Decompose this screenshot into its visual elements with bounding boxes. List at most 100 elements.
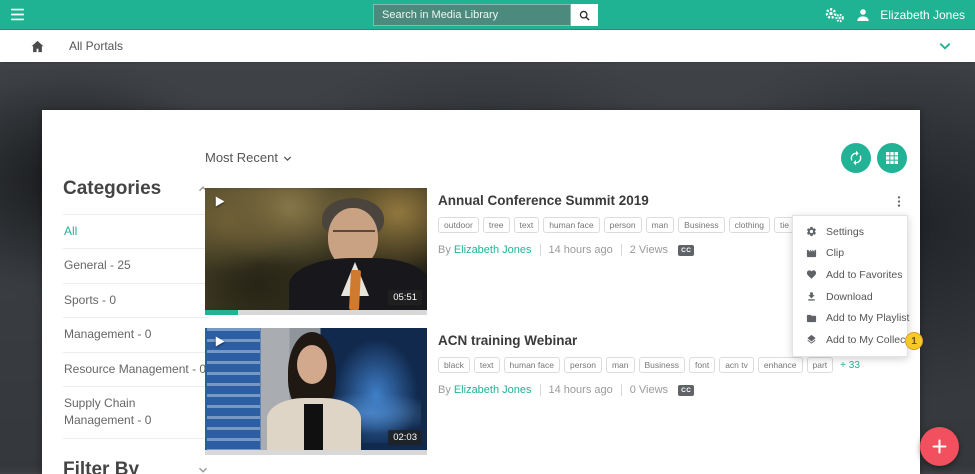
sidebar-item-management-0[interactable]: Management - 0 [63, 318, 209, 352]
thumbnail-art [349, 270, 361, 310]
view-count: 0 Views [630, 384, 668, 396]
tag[interactable]: text [474, 357, 500, 373]
tag[interactable]: black [438, 357, 470, 373]
video-thumbnail-image: 02:03 [205, 328, 427, 450]
sidebar-item-supply-chain-management-0[interactable]: Supply Chain Management - 0 [63, 387, 209, 439]
menu-item-label: Add to Favorites [826, 269, 902, 281]
grid-icon [884, 150, 900, 166]
tag[interactable]: man [606, 357, 635, 373]
menu-item-label: Settings [826, 226, 864, 238]
tag[interactable]: Business [639, 357, 686, 373]
view-count: 2 Views [630, 244, 668, 256]
breadcrumb[interactable]: All Portals [69, 39, 123, 53]
search-icon [578, 9, 591, 22]
sort-dropdown[interactable]: Most Recent [205, 150, 293, 165]
content-card: Categories AllGeneral - 25Sports - 0Mana… [42, 110, 920, 474]
category-list: AllGeneral - 25Sports - 0Management - 0R… [63, 214, 209, 439]
menu-item-add-to-favorites[interactable]: Add to Favorites [793, 264, 907, 286]
user-name[interactable]: Elizabeth Jones [880, 8, 965, 22]
closed-captions-badge: CC [678, 385, 694, 396]
categories-sidebar: Categories AllGeneral - 25Sports - 0Mana… [63, 110, 209, 474]
search-button[interactable] [571, 4, 598, 26]
progress-bar [205, 450, 427, 455]
user-avatar-icon[interactable] [855, 7, 871, 23]
duration-badge: 05:51 [388, 290, 422, 305]
tag[interactable]: enhance [758, 357, 803, 373]
chevron-down-icon[interactable] [937, 38, 953, 54]
tag[interactable]: human face [504, 357, 560, 373]
tag[interactable]: human face [543, 217, 599, 233]
kebab-menu-icon[interactable] [892, 193, 906, 210]
breadcrumb-bar: All Portals [0, 30, 975, 62]
search-box [373, 4, 598, 26]
add-media-fab[interactable] [920, 427, 959, 466]
tag[interactable]: man [646, 217, 675, 233]
play-icon [212, 334, 227, 349]
tag[interactable]: clothing [729, 217, 770, 233]
context-menu: Settings Clip Add to Favorites Download Add … [792, 215, 908, 357]
sidebar-item-all[interactable]: All [63, 215, 209, 249]
media-library-page: Elizabeth Jones All Portals Categories A… [0, 0, 975, 474]
hamburger-menu-icon[interactable] [9, 6, 26, 23]
progress-fill [205, 310, 238, 315]
gear-icon [806, 226, 817, 237]
timestamp: 14 hours ago [549, 384, 613, 396]
filter-by-header[interactable]: Filter By [63, 459, 209, 474]
topbar: Elizabeth Jones [0, 0, 975, 30]
byline: ByElizabeth Jones [438, 244, 532, 256]
divider [540, 244, 541, 256]
video-thumbnail[interactable]: 02:03 [205, 328, 427, 455]
layers-icon [806, 334, 817, 345]
thumbnail-art [333, 230, 375, 237]
menu-item-settings[interactable]: Settings [793, 221, 907, 243]
thumbnail-art [297, 345, 327, 384]
sidebar-item-general-25[interactable]: General - 25 [63, 249, 209, 283]
tag[interactable]: part [807, 357, 834, 373]
menu-item-add-to-my-collection[interactable]: Add to My Collection [793, 329, 907, 351]
menu-item-label: Download [826, 291, 873, 303]
menu-item-add-to-my-playlist[interactable]: Add to My Playlist [793, 307, 907, 329]
timestamp: 14 hours ago [549, 244, 613, 256]
tag[interactable]: font [689, 357, 715, 373]
divider [540, 384, 541, 396]
refresh-icon [848, 150, 864, 166]
menu-item-label: Clip [826, 247, 844, 259]
tag[interactable]: outdoor [438, 217, 479, 233]
tag-list: blacktexthuman facepersonmanBusinessfont… [438, 357, 908, 373]
plus-icon [930, 437, 949, 456]
admin-cogs-icon[interactable] [822, 6, 846, 24]
tag[interactable]: text [514, 217, 540, 233]
sidebar-item-sports-0[interactable]: Sports - 0 [63, 284, 209, 318]
categories-header[interactable]: Categories [63, 178, 209, 200]
sort-label: Most Recent [205, 150, 278, 165]
categories-title: Categories [63, 178, 161, 200]
search-input[interactable] [373, 4, 571, 26]
play-icon [212, 194, 227, 209]
video-thumbnail[interactable]: 05:51 [205, 188, 427, 315]
refresh-button[interactable] [841, 143, 871, 173]
view-buttons [841, 143, 907, 173]
menu-item-download[interactable]: Download [793, 286, 907, 308]
tag[interactable]: acn tv [719, 357, 754, 373]
menu-item-clip[interactable]: Clip [793, 243, 907, 265]
duration-badge: 02:03 [388, 430, 422, 445]
author-link[interactable]: Elizabeth Jones [454, 384, 532, 396]
tag[interactable]: tree [483, 217, 510, 233]
download-icon [806, 291, 817, 302]
tag[interactable]: Business [678, 217, 725, 233]
tag[interactable]: person [604, 217, 642, 233]
video-thumbnail-image: 05:51 [205, 188, 427, 310]
byline: ByElizabeth Jones [438, 384, 532, 396]
author-link[interactable]: Elizabeth Jones [454, 244, 532, 256]
topbar-user-area: Elizabeth Jones [822, 0, 965, 30]
media-title[interactable]: Annual Conference Summit 2019 [438, 193, 920, 208]
tag[interactable]: person [564, 357, 602, 373]
list-toolbar: Most Recent [205, 110, 920, 188]
heart-icon [806, 269, 817, 280]
thumbnail-art [304, 404, 323, 450]
home-icon[interactable] [30, 39, 45, 54]
grid-view-button[interactable] [877, 143, 907, 173]
more-tags-link[interactable]: + 33 [840, 360, 860, 371]
sidebar-item-resource-management-0[interactable]: Resource Management - 0 [63, 353, 209, 387]
chevron-down-icon [282, 153, 293, 164]
